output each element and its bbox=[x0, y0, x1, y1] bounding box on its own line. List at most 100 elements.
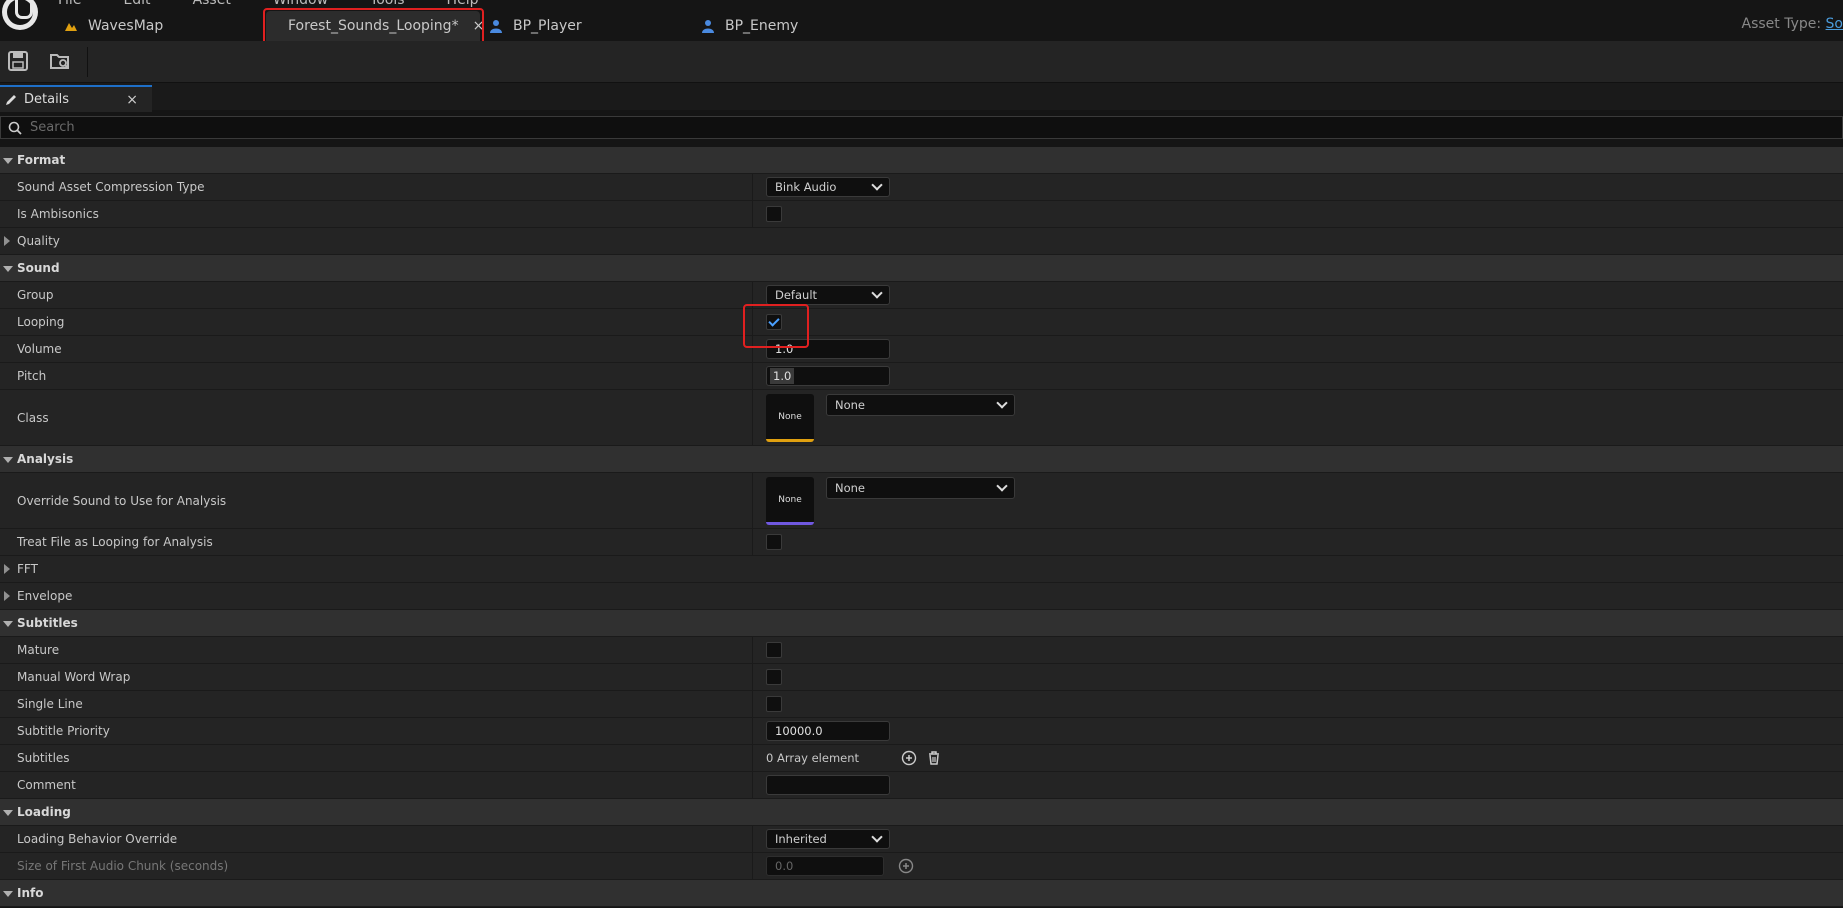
column-divider bbox=[752, 282, 753, 308]
tab-waves-map[interactable]: WavesMap bbox=[64, 11, 163, 41]
add-override-icon[interactable] bbox=[898, 858, 914, 874]
column-divider bbox=[752, 745, 753, 771]
property-override-sound: Override Sound to Use for Analysis None … bbox=[0, 473, 1843, 529]
subtitle-priority-input[interactable]: 10000.0 bbox=[766, 721, 890, 741]
volume-input[interactable]: 1.0 bbox=[766, 339, 890, 359]
pitch-input[interactable]: 1.0 bbox=[766, 366, 890, 386]
menu-window[interactable]: Window bbox=[273, 0, 328, 8]
category-title: Loading bbox=[17, 805, 71, 819]
property-compression-type: Sound Asset Compression Type Bink Audio bbox=[0, 174, 1843, 201]
class-dropdown[interactable]: None bbox=[826, 394, 1015, 416]
single-line-checkbox[interactable] bbox=[766, 696, 782, 712]
thumbnail-label: None bbox=[778, 411, 802, 422]
value-cell bbox=[766, 201, 782, 227]
browse-to-asset-icon[interactable] bbox=[48, 49, 72, 73]
property-label: Single Line bbox=[17, 697, 83, 711]
asset-type-link[interactable]: So bbox=[1826, 16, 1843, 32]
menu-asset[interactable]: Asset bbox=[193, 0, 231, 8]
level-icon bbox=[65, 23, 77, 31]
menu-edit[interactable]: Edit bbox=[123, 0, 150, 8]
value-cell: Inherited bbox=[766, 826, 890, 852]
subcategory-quality[interactable]: Quality bbox=[0, 228, 1843, 255]
thumbnail-label: None bbox=[778, 494, 802, 505]
value-cell bbox=[766, 691, 782, 717]
property-single-line: Single Line bbox=[0, 691, 1843, 718]
class-asset-thumbnail[interactable]: None bbox=[766, 394, 814, 442]
category-info[interactable]: Info bbox=[0, 880, 1843, 907]
value-cell bbox=[766, 309, 782, 335]
value-cell: 1.0 bbox=[766, 363, 890, 389]
search-input[interactable]: Search bbox=[0, 116, 1843, 139]
column-divider bbox=[752, 664, 753, 690]
column-divider bbox=[752, 201, 753, 227]
property-label: Looping bbox=[17, 315, 65, 329]
property-label: Treat File as Looping for Analysis bbox=[17, 535, 213, 549]
group-dropdown[interactable]: Default bbox=[766, 285, 890, 305]
details-property-list: Format Sound Asset Compression Type Bink… bbox=[0, 147, 1843, 907]
category-format[interactable]: Format bbox=[0, 147, 1843, 174]
treat-looping-checkbox[interactable] bbox=[766, 534, 782, 550]
unreal-logo-icon[interactable] bbox=[2, 0, 38, 30]
expand-arrow-icon bbox=[4, 591, 10, 601]
mature-checkbox[interactable] bbox=[766, 642, 782, 658]
is-ambisonics-checkbox[interactable] bbox=[766, 206, 782, 222]
category-analysis[interactable]: Analysis bbox=[0, 446, 1843, 473]
field-value: 0.0 bbox=[775, 859, 794, 873]
override-sound-dropdown[interactable]: None bbox=[826, 477, 1015, 499]
class-picker: None bbox=[826, 394, 1015, 416]
details-tab-label: Details bbox=[24, 92, 70, 107]
field-value: 10000.0 bbox=[775, 724, 823, 738]
tab-forest-sounds-looping[interactable]: Forest_Sounds_Looping* × bbox=[266, 11, 484, 41]
comment-input[interactable] bbox=[766, 775, 890, 795]
property-label: Class bbox=[17, 410, 49, 425]
property-label: Group bbox=[17, 288, 54, 302]
category-loading[interactable]: Loading bbox=[0, 799, 1843, 826]
close-icon[interactable]: × bbox=[126, 92, 138, 108]
category-subtitles[interactable]: Subtitles bbox=[0, 610, 1843, 637]
property-comment: Comment bbox=[0, 772, 1843, 799]
add-element-icon[interactable] bbox=[901, 750, 917, 766]
menu-help[interactable]: Help bbox=[447, 0, 479, 8]
value-cell bbox=[766, 772, 890, 798]
menu-file[interactable]: File bbox=[58, 0, 81, 8]
blueprint-actor-icon bbox=[490, 20, 502, 33]
column-divider bbox=[752, 473, 753, 528]
override-sound-picker: None bbox=[826, 477, 1015, 499]
property-label: Size of First Audio Chunk (seconds) bbox=[17, 859, 229, 873]
subcategory-title: FFT bbox=[17, 562, 38, 576]
loading-behavior-dropdown[interactable]: Inherited bbox=[766, 829, 890, 849]
subcategory-fft[interactable]: FFT bbox=[0, 556, 1843, 583]
override-sound-thumbnail[interactable]: None bbox=[766, 477, 814, 525]
column-divider bbox=[752, 174, 753, 200]
value-cell bbox=[766, 529, 782, 555]
tab-details[interactable]: Details × bbox=[0, 85, 152, 112]
property-loading-behavior: Loading Behavior Override Inherited bbox=[0, 826, 1843, 853]
category-title: Info bbox=[17, 886, 44, 900]
close-tab-icon[interactable]: × bbox=[473, 18, 485, 34]
subcategory-title: Quality bbox=[17, 234, 60, 248]
expand-arrow-icon bbox=[4, 236, 10, 246]
main-menu: File Edit Asset Window Tools Help bbox=[58, 0, 478, 8]
field-value: 1.0 bbox=[770, 368, 795, 384]
column-divider bbox=[752, 772, 753, 798]
compression-type-dropdown[interactable]: Bink Audio bbox=[766, 177, 890, 197]
category-title: Subtitles bbox=[17, 616, 78, 630]
looping-checkbox[interactable] bbox=[766, 314, 782, 330]
tab-bp-player[interactable]: BP_Player bbox=[489, 11, 582, 41]
manual-word-wrap-checkbox[interactable] bbox=[766, 669, 782, 685]
property-label: Comment bbox=[17, 778, 76, 792]
menu-tools[interactable]: Tools bbox=[370, 0, 405, 8]
column-divider bbox=[752, 309, 753, 335]
subcategory-envelope[interactable]: Envelope bbox=[0, 583, 1843, 610]
category-sound[interactable]: Sound bbox=[0, 255, 1843, 282]
property-label: Pitch bbox=[17, 369, 47, 383]
trash-icon[interactable] bbox=[926, 750, 942, 766]
save-icon[interactable] bbox=[6, 49, 30, 73]
tab-label: BP_Player bbox=[513, 18, 582, 34]
tab-bp-enemy[interactable]: BP_Enemy bbox=[701, 11, 798, 41]
chevron-down-icon bbox=[996, 480, 1008, 492]
property-treat-looping: Treat File as Looping for Analysis bbox=[0, 529, 1843, 556]
column-divider bbox=[752, 336, 753, 362]
property-mature: Mature bbox=[0, 637, 1843, 664]
panel-tab-strip: Details × bbox=[0, 83, 1843, 112]
